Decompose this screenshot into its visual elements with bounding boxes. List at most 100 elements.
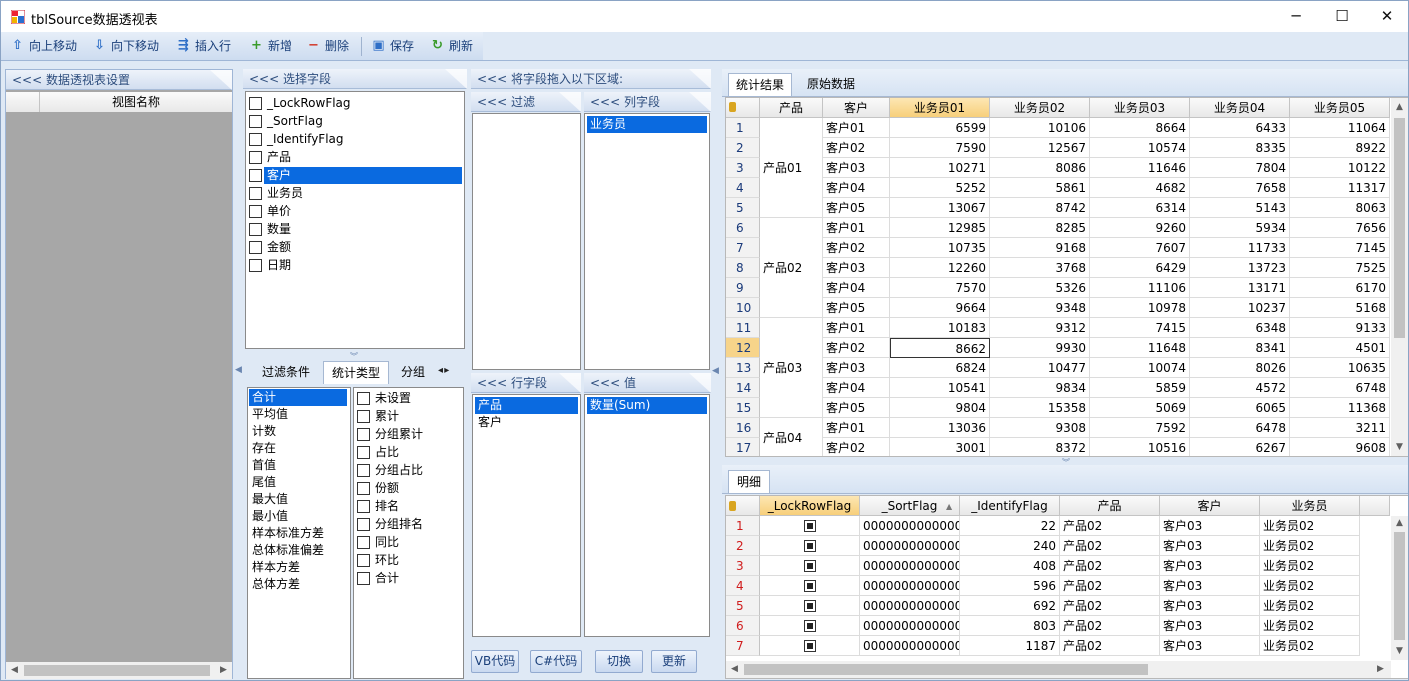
- stat-type-item[interactable]: 尾值: [249, 474, 347, 491]
- pivot-value-cell[interactable]: 9930: [990, 338, 1090, 358]
- detail-header-cell[interactable]: _IdentifyFlag: [960, 496, 1060, 516]
- pivot-header-cell[interactable]: 业务员04: [1190, 98, 1290, 118]
- pivot-value-cell[interactable]: 8026: [1190, 358, 1290, 378]
- stat-option-item[interactable]: 排名: [372, 498, 402, 515]
- pivot-value-cell[interactable]: 7592: [1090, 418, 1190, 438]
- detail-cell[interactable]: 产品02: [1060, 556, 1160, 576]
- save-button[interactable]: ▣ 保存: [368, 36, 414, 56]
- pivot-value-cell[interactable]: 3211: [1290, 418, 1390, 438]
- pivot-value-cell[interactable]: 7658: [1190, 178, 1290, 198]
- pivot-value-cell[interactable]: 6065: [1190, 398, 1290, 418]
- pivot-row-header[interactable]: 10: [726, 298, 760, 318]
- pivot-value-cell[interactable]: 6170: [1290, 278, 1390, 298]
- stat-type-item[interactable]: 合计: [249, 389, 347, 406]
- pivot-value-cell[interactable]: 10237: [1190, 298, 1290, 318]
- pivot-value-cell[interactable]: 7415: [1090, 318, 1190, 338]
- scroll-left-icon[interactable]: ◀: [6, 665, 23, 675]
- scroll-right-icon[interactable]: ▶: [215, 665, 232, 675]
- scroll-down-icon[interactable]: ▼: [1391, 646, 1408, 656]
- detail-cell[interactable]: 产品02: [1060, 636, 1160, 656]
- field-item[interactable]: _LockRowFlag: [264, 95, 354, 112]
- scroll-down-icon[interactable]: ▼: [1391, 442, 1408, 452]
- pivot-row-header[interactable]: 17: [726, 438, 760, 456]
- detail-row-header[interactable]: 5: [726, 596, 760, 616]
- stat-option-item[interactable]: 分组累计: [372, 426, 426, 443]
- stat-option-checkbox[interactable]: [357, 554, 370, 567]
- pivot-value-cell[interactable]: 10541: [890, 378, 990, 398]
- pivot-product-cell[interactable]: 产品01: [760, 118, 823, 218]
- detail-cell[interactable]: 客户03: [1160, 516, 1260, 536]
- column-fields-list[interactable]: 业务员: [584, 113, 710, 370]
- pivot-value-cell[interactable]: 5143: [1190, 198, 1290, 218]
- detail-lock-cell[interactable]: [760, 516, 860, 536]
- switch-button[interactable]: 切换: [595, 650, 643, 673]
- lock-checkbox[interactable]: [804, 540, 816, 552]
- pivot-value-cell[interactable]: 6748: [1290, 378, 1390, 398]
- pivot-row-header[interactable]: 11: [726, 318, 760, 338]
- pivot-value-cell[interactable]: 10735: [890, 238, 990, 258]
- pivot-value-cell[interactable]: 10183: [890, 318, 990, 338]
- detail-cell[interactable]: 业务员02: [1260, 536, 1360, 556]
- pivot-value-cell[interactable]: 6433: [1190, 118, 1290, 138]
- detail-cell[interactable]: 产品02: [1060, 576, 1160, 596]
- pivot-value-cell[interactable]: 6429: [1090, 258, 1190, 278]
- stat-type-item[interactable]: 最大值: [249, 491, 347, 508]
- pivot-value-cell[interactable]: 11317: [1290, 178, 1390, 198]
- detail-cell[interactable]: 1187: [960, 636, 1060, 656]
- move-up-button[interactable]: ⇧ 向上移动: [7, 36, 77, 56]
- detail-header-cell[interactable]: 客户: [1160, 496, 1260, 516]
- pivot-value-cell[interactable]: 10978: [1090, 298, 1190, 318]
- pivot-value-cell[interactable]: 9312: [990, 318, 1090, 338]
- pivot-row-header[interactable]: 4: [726, 178, 760, 198]
- pivot-value-cell[interactable]: 8372: [990, 438, 1090, 456]
- stat-option-item[interactable]: 同比: [372, 534, 402, 551]
- pivot-customer-cell[interactable]: 客户02: [823, 338, 890, 358]
- detail-cell[interactable]: 240: [960, 536, 1060, 556]
- pivot-value-cell[interactable]: 8285: [990, 218, 1090, 238]
- pivot-value-cell[interactable]: 13723: [1190, 258, 1290, 278]
- values-list[interactable]: 数量(Sum): [584, 394, 710, 637]
- pivot-value-cell[interactable]: 9260: [1090, 218, 1190, 238]
- pivot-row-header[interactable]: 13: [726, 358, 760, 378]
- pivot-customer-cell[interactable]: 客户03: [823, 158, 890, 178]
- lock-checkbox[interactable]: [804, 640, 816, 652]
- refresh-button[interactable]: ↻ 刷新: [427, 36, 473, 56]
- detail-cell[interactable]: 客户03: [1160, 596, 1260, 616]
- detail-vscroll-thumb[interactable]: [1394, 532, 1405, 640]
- pivot-customer-cell[interactable]: 客户05: [823, 298, 890, 318]
- stat-option-checkbox[interactable]: [357, 410, 370, 423]
- filter-list[interactable]: [472, 113, 581, 370]
- pivot-value-cell[interactable]: 7525: [1290, 258, 1390, 278]
- pivot-header-cell[interactable]: 业务员01: [890, 98, 990, 118]
- detail-header-cell[interactable]: 产品: [1060, 496, 1160, 516]
- pivot-value-cell[interactable]: 8086: [990, 158, 1090, 178]
- detail-cell[interactable]: 产品02: [1060, 536, 1160, 556]
- field-checkbox[interactable]: [249, 205, 262, 218]
- pivot-customer-cell[interactable]: 客户05: [823, 198, 890, 218]
- pivot-row-header[interactable]: 14: [726, 378, 760, 398]
- stat-option-checkbox[interactable]: [357, 572, 370, 585]
- pivot-header-cell[interactable]: 客户: [823, 98, 890, 118]
- stat-type-item[interactable]: 最小值: [249, 508, 347, 525]
- pivot-value-cell[interactable]: 9168: [990, 238, 1090, 258]
- stat-option-checkbox[interactable]: [357, 446, 370, 459]
- field-item[interactable]: 产品: [264, 149, 294, 166]
- stat-type-item[interactable]: 样本标准方差: [249, 525, 347, 542]
- pivot-value-cell[interactable]: 9133: [1290, 318, 1390, 338]
- detail-cell[interactable]: 0000000000000: [860, 616, 960, 636]
- stat-option-checkbox[interactable]: [357, 392, 370, 405]
- pivot-row-header[interactable]: 7: [726, 238, 760, 258]
- pivot-customer-cell[interactable]: 客户01: [823, 418, 890, 438]
- pivot-customer-cell[interactable]: 客户02: [823, 138, 890, 158]
- pivot-value-cell[interactable]: 6314: [1090, 198, 1190, 218]
- field-checkbox[interactable]: [249, 133, 262, 146]
- pivot-vscroll[interactable]: ▲ ▼: [1391, 98, 1408, 456]
- field-checkbox[interactable]: [249, 151, 262, 164]
- detail-lock-cell[interactable]: [760, 576, 860, 596]
- pivot-value-cell[interactable]: 4682: [1090, 178, 1190, 198]
- view-list-hscroll-thumb[interactable]: [24, 665, 210, 676]
- detail-cell[interactable]: 客户03: [1160, 616, 1260, 636]
- field-checkbox[interactable]: [249, 241, 262, 254]
- field-item[interactable]: 金额: [264, 239, 294, 256]
- stat-type-item[interactable]: 平均值: [249, 406, 347, 423]
